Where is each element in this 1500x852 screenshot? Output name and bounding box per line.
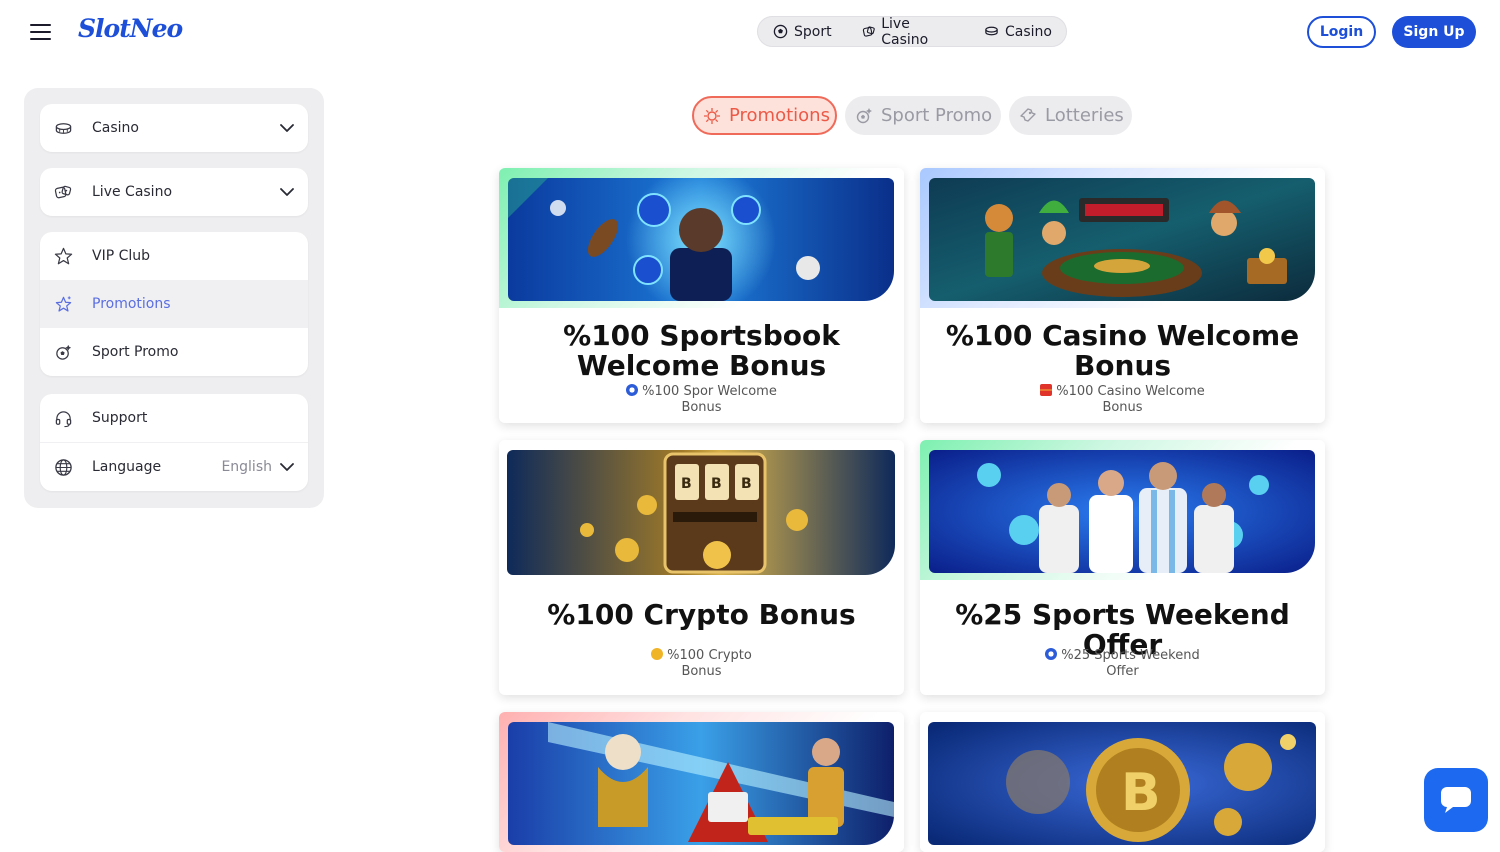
chevron-down-icon	[280, 188, 294, 196]
live-dice-icon	[862, 26, 875, 37]
sidebar-item-casino[interactable]: Casino	[40, 104, 308, 152]
casino-chips-icon	[55, 123, 72, 134]
tab-lotteries[interactable]: Lotteries	[1009, 96, 1132, 135]
ticket-icon	[1020, 107, 1036, 122]
card-subtitle-line: %100 Crypto	[667, 648, 752, 663]
sidebar-item-language[interactable]: Language English	[40, 442, 308, 491]
nav-live-casino[interactable]: Live Casino	[847, 16, 969, 48]
nav-sport[interactable]: Sport	[757, 24, 847, 40]
tab-sport-promo[interactable]: Sport Promo	[845, 96, 1001, 135]
nav-casino-label: Casino	[1005, 23, 1052, 40]
live-dice-icon	[54, 185, 72, 199]
sidebar-item-label: Support	[92, 410, 148, 426]
sidebar-group-live-casino: Live Casino	[40, 168, 308, 216]
nav-live-casino-label: Live Casino	[881, 15, 929, 48]
promo-card[interactable]: %25 Sports Weekend Offer %25 Sports Week…	[920, 440, 1325, 695]
card-subtitle-line: %100 Casino Welcome	[1056, 384, 1205, 399]
card-title: %100 Crypto Bonus	[547, 598, 856, 631]
chevron-down-icon	[280, 463, 294, 471]
svg-text:B: B	[711, 476, 722, 492]
signup-button[interactable]: Sign Up	[1392, 16, 1476, 48]
sport-promo-icon	[56, 344, 72, 360]
headset-icon	[55, 411, 72, 428]
promo-banner-image: B B B	[507, 450, 895, 575]
card-subtitle-line: %25 Sports Weekend	[1061, 648, 1200, 663]
chat-bubble-icon	[1441, 787, 1471, 813]
card-subtitle-line: Bonus	[681, 664, 722, 679]
card-subtitle-line: Bonus	[681, 400, 722, 415]
star-icon	[54, 247, 73, 265]
soccer-ball-icon	[626, 384, 639, 396]
promo-card[interactable]: %100 Sportsbook Welcome Bonus %100 Spor …	[499, 168, 904, 423]
card-title: %100 Casino Welcome Bonus	[945, 319, 1300, 382]
promo-card[interactable]: B B B %100 Crypto Bonus %100 Crypto Bonu…	[499, 440, 904, 695]
promo-card[interactable]: B	[920, 712, 1325, 852]
card-subtitle: %100 Spor Welcome Bonus	[539, 384, 864, 416]
sidebar: Casino Live Casino VIP Club Promotions S…	[24, 88, 324, 508]
sport-promo-icon	[856, 107, 872, 123]
sidebar-item-label: Language	[92, 459, 162, 475]
card-subtitle: %25 Sports Weekend Offer	[960, 648, 1285, 680]
svg-text:B: B	[681, 476, 692, 492]
svg-text:B: B	[1121, 763, 1161, 823]
menu-icon[interactable]	[30, 24, 51, 40]
tab-lotteries-label: Lotteries	[1045, 105, 1124, 126]
burst-icon	[704, 107, 720, 124]
casino-chips-icon	[985, 26, 998, 36]
header: SlotNeo Sport Live Casino Casino Login S…	[0, 0, 1500, 64]
promo-card[interactable]	[499, 712, 904, 852]
soccer-ball-icon	[773, 24, 788, 39]
sidebar-item-support[interactable]: Support	[40, 394, 308, 442]
nav-sport-label: Sport	[794, 23, 832, 40]
coin-icon	[651, 648, 664, 660]
sidebar-group-rewards: VIP Club Promotions Sport Promo	[40, 232, 308, 376]
sidebar-group-settings: Support Language English	[40, 394, 308, 491]
card-subtitle-line: Bonus	[1102, 400, 1143, 415]
sparkle-star-icon	[55, 296, 72, 312]
promo-banner-image: B	[928, 722, 1316, 845]
card-title: %100 Sportsbook Welcome Bonus	[563, 319, 840, 382]
nav-casino[interactable]: Casino	[969, 24, 1067, 40]
login-button[interactable]: Login	[1307, 16, 1376, 48]
tab-sport-promo-label: Sport Promo	[881, 105, 993, 126]
card-subtitle: %100 Crypto Bonus	[539, 648, 864, 680]
promo-card[interactable]: %100 Casino Welcome Bonus %100 Casino We…	[920, 168, 1325, 423]
sidebar-item-sport-promo[interactable]: Sport Promo	[40, 328, 308, 376]
language-value: English	[221, 459, 272, 475]
chevron-down-icon	[280, 124, 294, 132]
promo-banner-image	[929, 450, 1315, 573]
chat-button[interactable]	[1424, 768, 1488, 832]
card-subtitle-line: Offer	[1106, 664, 1139, 679]
globe-icon	[55, 459, 72, 476]
promo-banner-image	[508, 722, 894, 845]
logo[interactable]: SlotNeo	[78, 14, 183, 43]
sidebar-item-label: Live Casino	[92, 184, 173, 200]
svg-text:B: B	[741, 476, 752, 492]
sidebar-item-label: Casino	[92, 120, 139, 136]
sidebar-item-live-casino[interactable]: Live Casino	[40, 168, 308, 216]
soccer-ball-icon	[1045, 648, 1058, 660]
sidebar-item-promotions[interactable]: Promotions	[40, 280, 308, 328]
sidebar-item-vip-club[interactable]: VIP Club	[40, 232, 308, 280]
tab-promotions-label: Promotions	[729, 105, 830, 126]
sidebar-group-casino: Casino	[40, 104, 308, 152]
gift-icon	[1040, 384, 1053, 396]
promo-banner-image	[508, 178, 894, 301]
tab-promotions[interactable]: Promotions	[692, 96, 837, 135]
sidebar-item-label: VIP Club	[92, 248, 151, 264]
sidebar-item-label: Promotions	[92, 296, 171, 312]
top-nav: Sport Live Casino Casino	[757, 16, 1067, 48]
card-subtitle-line: %100 Spor Welcome	[642, 384, 777, 399]
sidebar-item-label: Sport Promo	[92, 344, 179, 360]
card-subtitle: %100 Casino Welcome Bonus	[960, 384, 1285, 416]
promo-banner-image	[929, 178, 1315, 301]
